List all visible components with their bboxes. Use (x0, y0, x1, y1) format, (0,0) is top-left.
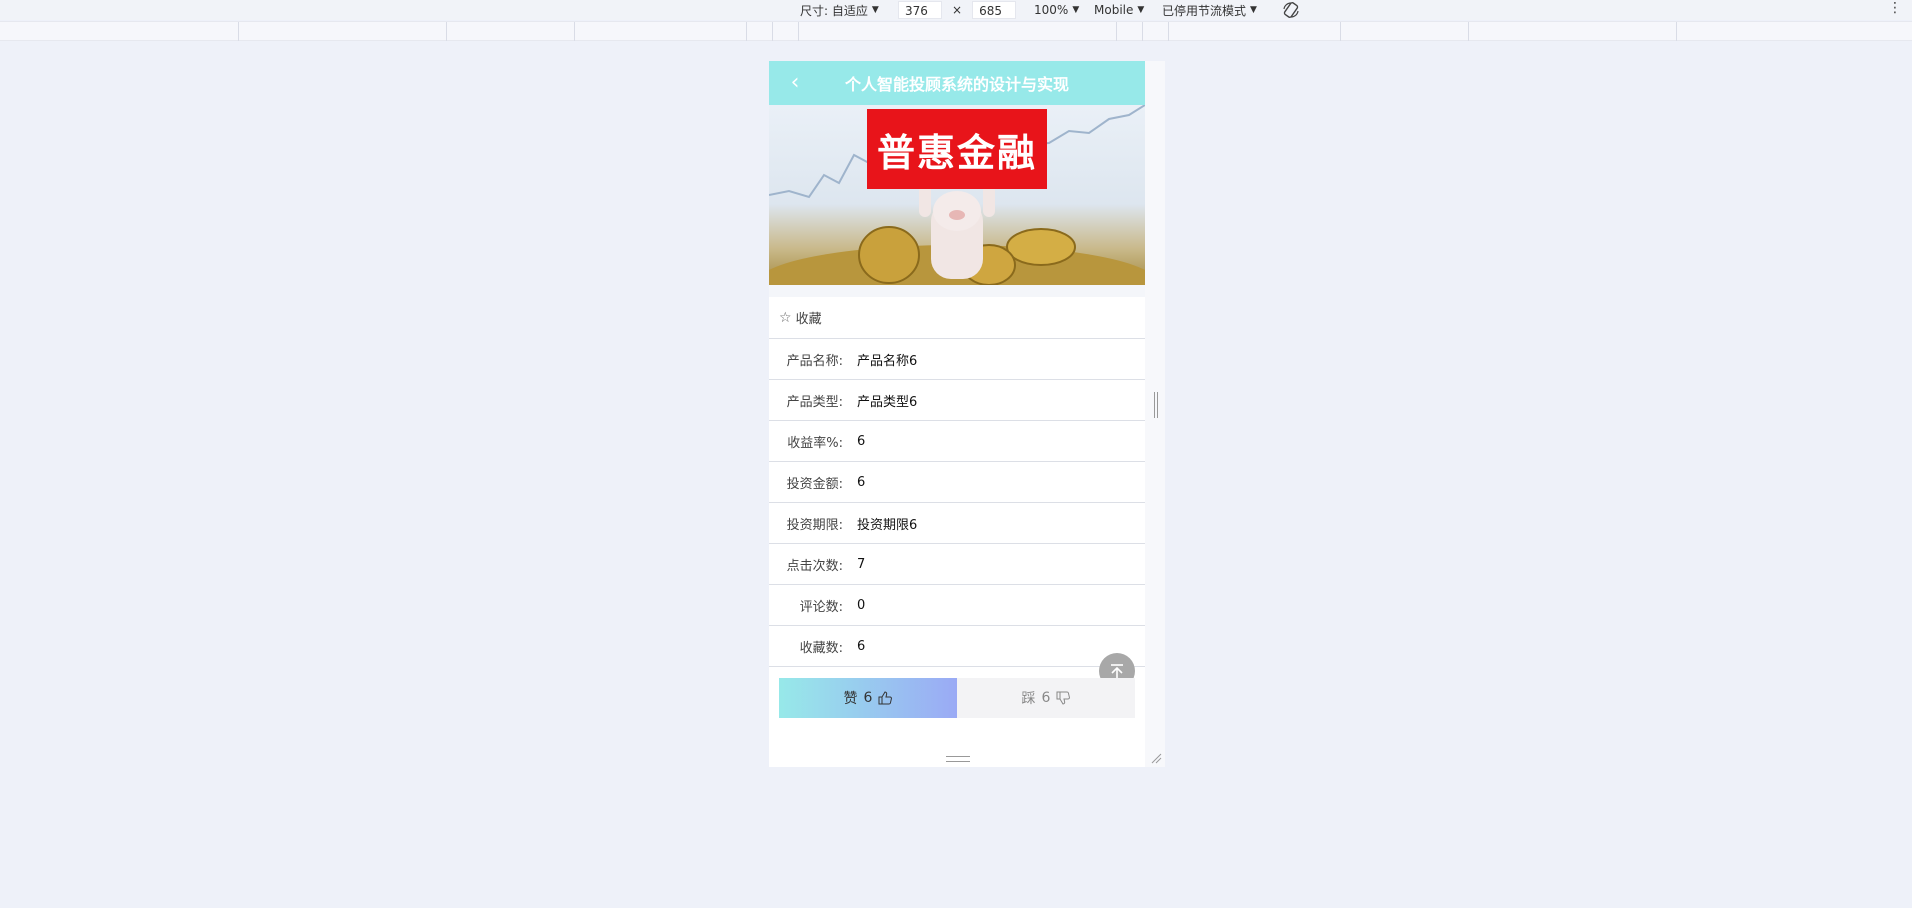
width-input[interactable]: 376 (898, 1, 942, 19)
detail-value: 7 (857, 556, 866, 572)
ruler-tick (1468, 22, 1469, 41)
like-count: 6 (863, 690, 873, 706)
detail-label: 投资期限: (786, 517, 843, 533)
detail-value: 产品名称6 (857, 353, 918, 369)
thumbs-up-icon (878, 691, 893, 705)
throttle-value: 已停用节流模式 (1162, 3, 1247, 18)
detail-label: 投资金额: (786, 476, 843, 492)
back-icon[interactable]: ‹ (783, 71, 807, 95)
ruler-tick (1168, 22, 1169, 41)
product-details: 产品名称: 产品名称6 产品类型: 产品类型6 收益率%: 6 投资金额: 6 … (769, 339, 1145, 667)
detail-value: 6 (857, 433, 866, 449)
detail-label: 产品名称: (786, 353, 843, 369)
like-label: 赞 (843, 691, 858, 707)
ruler-tick (574, 22, 575, 41)
more-options-icon[interactable]: ⋮ (1888, 0, 1902, 16)
star-icon: ☆ (779, 309, 792, 326)
chevron-down-icon: ▼ (1137, 5, 1145, 15)
dislike-label: 踩 (1021, 691, 1036, 707)
rotate-button[interactable] (1282, 0, 1300, 20)
mobile-viewport: ‹ 个人智能投顾系统的设计与实现 普惠金融 ☆ 收藏 产品名称: 产品名称6 产… (769, 61, 1145, 767)
detail-label: 产品类型: (786, 394, 843, 410)
dimensions-control[interactable]: 尺寸: 自适应 ▼ (800, 0, 879, 20)
chevron-down-icon: ▼ (1250, 5, 1257, 15)
ruler-tick (238, 22, 239, 41)
device-select[interactable]: Mobile ▼ (1094, 0, 1144, 20)
zoom-select[interactable]: 100% ▼ (1034, 0, 1079, 20)
like-button[interactable]: 赞 6 (779, 678, 957, 718)
detail-value: 6 (857, 638, 866, 654)
height-input[interactable]: 685 (972, 1, 1017, 19)
detail-value: 6 (857, 474, 866, 490)
device-value: Mobile (1094, 3, 1134, 17)
detail-label: 点击次数: (786, 558, 843, 574)
ruler-tick (1676, 22, 1677, 41)
detail-value: 产品类型6 (857, 394, 918, 410)
page-header: ‹ 个人智能投顾系统的设计与实现 (769, 61, 1145, 105)
detail-row: 评论数: 0 (769, 585, 1145, 626)
ruler-tick (1142, 22, 1143, 41)
detail-label: 收益率%: (787, 435, 843, 451)
banner-sign: 普惠金融 (867, 109, 1047, 189)
devtools-toolbar: 尺寸: 自适应 ▼ 376 × 685 100% ▼ Mobile ▼ 已停用节… (0, 0, 1912, 20)
dislike-button[interactable]: 踩 6 (957, 678, 1135, 718)
times-sign: × (952, 3, 963, 17)
detail-row: 点击次数: 7 (769, 544, 1145, 585)
rotate-icon (1283, 2, 1299, 18)
detail-value: 投资期限6 (857, 517, 918, 533)
product-banner-image: 普惠金融 (769, 105, 1145, 285)
ruler-tick (1340, 22, 1341, 41)
detail-label: 收藏数: (799, 640, 843, 656)
size-mode-select[interactable]: 尺寸: 自适应 (800, 2, 868, 19)
throttle-select[interactable]: 已停用节流模式 ▼ (1162, 0, 1257, 20)
detail-row: 收藏数: 6 (769, 626, 1145, 667)
page-title: 个人智能投顾系统的设计与实现 (844, 75, 1069, 94)
corner-resize-icon[interactable] (1150, 752, 1162, 764)
ruler-tick (1116, 22, 1117, 41)
favorite-button[interactable]: ☆ 收藏 (769, 297, 1145, 339)
media-query-ruler (0, 21, 1912, 41)
detail-row: 投资期限: 投资期限6 (769, 503, 1145, 544)
ruler-tick (772, 22, 773, 41)
chevron-down-icon: ▼ (871, 5, 879, 15)
detail-label: 评论数: (799, 599, 843, 615)
ruler-tick (798, 22, 799, 41)
detail-row: 产品名称: 产品名称6 (769, 339, 1145, 380)
side-resize-handle[interactable] (1154, 392, 1158, 418)
detail-row: 投资金额: 6 (769, 462, 1145, 503)
zoom-value: 100% (1034, 3, 1069, 17)
favorite-label: 收藏 (795, 312, 822, 327)
vote-bar: 赞 6 踩 6 (779, 678, 1135, 718)
detail-row: 收益率%: 6 (769, 421, 1145, 462)
ruler-tick (446, 22, 447, 41)
divider (769, 285, 1145, 297)
thumbs-down-icon (1056, 691, 1071, 705)
dislike-count: 6 (1041, 690, 1051, 706)
detail-value: 0 (857, 597, 866, 613)
chevron-down-icon: ▼ (1072, 5, 1080, 15)
ruler-tick (746, 22, 747, 41)
bottom-resize-handle[interactable] (946, 756, 970, 762)
detail-row: 产品类型: 产品类型6 (769, 380, 1145, 421)
